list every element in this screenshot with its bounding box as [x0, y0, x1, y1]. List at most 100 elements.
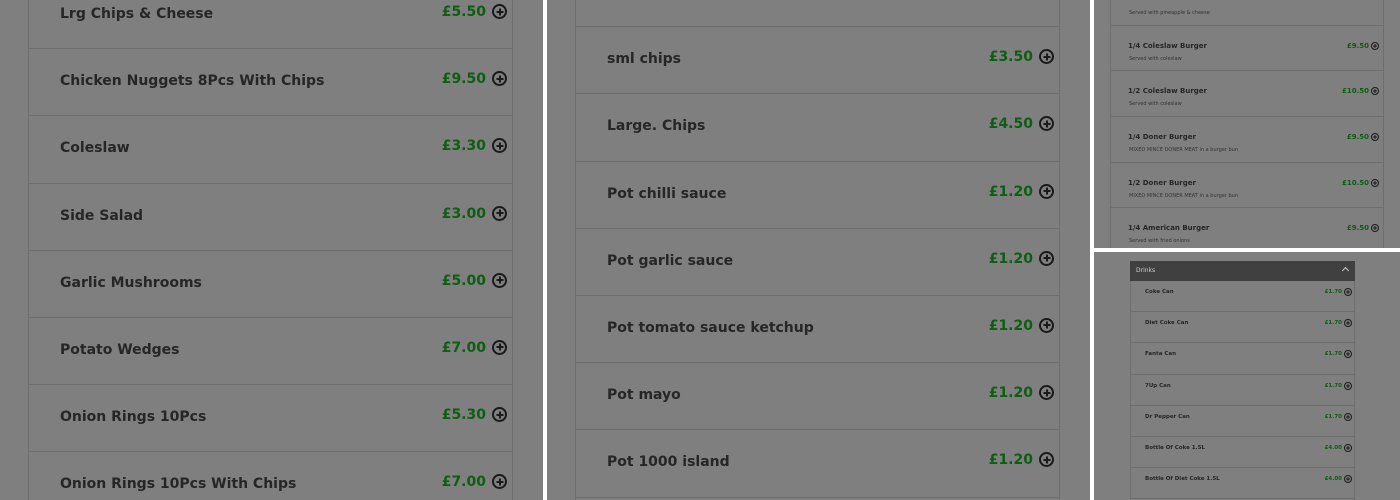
- menu-item[interactable]: Served with pineapple & cheese: [1111, 0, 1383, 26]
- menu-item[interactable]: Pot chilli sauce £1.20: [576, 162, 1059, 229]
- item-price: £4.50: [988, 116, 1033, 133]
- item-price: £3.00: [441, 205, 486, 222]
- plus-circle-icon[interactable]: [1344, 475, 1352, 484]
- menu-item[interactable]: Dr Pepper Can £1.70: [1131, 406, 1354, 437]
- item-price: £9.50: [1346, 133, 1369, 142]
- item-name: Lrg Chips & Cheese: [60, 6, 214, 22]
- menu-item[interactable]: Onion Rings 10Pcs With Chips £7.00: [29, 452, 512, 500]
- category-header-drinks[interactable]: Drinks: [1130, 261, 1355, 281]
- menu-item[interactable]: Large. Chips £4.50: [576, 94, 1059, 162]
- menu-item[interactable]: Potato Wedges £7.00: [29, 318, 512, 386]
- item-price: £9.50: [1346, 224, 1369, 233]
- plus-circle-icon[interactable]: [1344, 412, 1352, 421]
- plus-circle-icon[interactable]: [1371, 133, 1379, 142]
- menu-item[interactable]: Bottle Of Diet Coke 1.5L £4.00: [1131, 468, 1354, 500]
- item-price: £4.00: [1324, 444, 1342, 451]
- menu-item[interactable]: Side Salad £3.00: [29, 184, 512, 251]
- item-price: £7.00: [441, 339, 486, 356]
- plus-circle-icon[interactable]: [492, 205, 507, 221]
- item-name: Fanta Can: [1145, 351, 1176, 358]
- menu-item[interactable]: Diet Coke Can £1.70: [1131, 312, 1354, 344]
- plus-circle-icon[interactable]: [492, 407, 507, 423]
- menu-item[interactable]: Garlic Mushrooms £5.00: [29, 251, 512, 318]
- plus-circle-icon[interactable]: [1344, 443, 1352, 452]
- menu-item[interactable]: 1/4 Doner Burger MIXED MINCE DONER MEAT i…: [1111, 117, 1383, 163]
- menu-item[interactable]: Coleslaw £3.30: [29, 116, 512, 184]
- item-price: £9.50: [441, 71, 486, 88]
- item-price: £1.70: [1324, 289, 1342, 295]
- item-name: Large. Chips: [607, 118, 706, 135]
- item-name: 1/4 Doner Burger: [1128, 133, 1196, 142]
- item-name: Potato Wedges: [60, 341, 180, 358]
- plus-circle-icon[interactable]: [492, 138, 507, 154]
- plus-circle-icon[interactable]: [1039, 116, 1054, 132]
- item-price: £1.70: [1324, 382, 1342, 389]
- menu-list: Served with pineapple & cheese 1/4 Coles…: [1110, 0, 1384, 248]
- item-price: £7.00: [441, 474, 486, 491]
- menu-item[interactable]: 1/2 Doner Burger MIXED MINCE DONER MEAT i…: [1111, 163, 1383, 209]
- item-name: Pot 1000 island: [607, 454, 730, 471]
- plus-circle-icon[interactable]: [492, 272, 507, 288]
- item-name: Side Salad: [60, 207, 144, 224]
- menu-item[interactable]: Chicken Nuggets 8Pcs With Chips £9.50: [29, 49, 512, 117]
- plus-circle-icon[interactable]: [1371, 41, 1379, 50]
- plus-circle-icon[interactable]: [492, 474, 507, 490]
- plus-circle-icon[interactable]: [1039, 385, 1054, 401]
- chevron-up-icon[interactable]: [1341, 266, 1350, 275]
- item-price: £4.00: [1324, 476, 1342, 483]
- menu-item[interactable]: Fanta Can £1.70: [1131, 343, 1354, 375]
- item-name: Bottle Of Diet Coke 1.5L: [1145, 476, 1220, 483]
- plus-circle-icon[interactable]: [492, 4, 507, 19]
- plus-circle-icon[interactable]: [1039, 250, 1054, 266]
- plus-circle-icon[interactable]: [1371, 178, 1379, 187]
- menu-item[interactable]: Coke Can £1.70: [1131, 281, 1354, 313]
- item-description: Served with fried onions: [1129, 238, 1190, 245]
- item-description: MIXED MINCE DONER MEAT in a burger bun: [1129, 192, 1238, 199]
- menu-item[interactable]: Pot garlic sauce £1.20: [576, 229, 1059, 296]
- item-price: £10.50: [1341, 178, 1369, 187]
- item-name: 1/4 Coleslaw Burger: [1128, 41, 1208, 50]
- menu-item[interactable]: Pot mayo £1.20: [576, 363, 1059, 431]
- item-name: 1/4 American Burger: [1128, 224, 1210, 233]
- plus-circle-icon[interactable]: [1344, 350, 1352, 359]
- item-name: Coke Can: [1145, 289, 1174, 295]
- plus-circle-icon[interactable]: [492, 339, 507, 355]
- plus-circle-icon[interactable]: [1371, 224, 1379, 233]
- menu-item[interactable]: 7Up Can £1.70: [1131, 375, 1354, 406]
- menu-item[interactable]: sml chips £3.50: [576, 27, 1059, 95]
- plus-circle-icon[interactable]: [1039, 317, 1054, 333]
- item-name: Garlic Mushrooms: [60, 274, 202, 291]
- item-name: 7Up Can: [1145, 382, 1171, 389]
- menu-item[interactable]: [576, 0, 1059, 28]
- plus-circle-icon[interactable]: [1039, 183, 1054, 199]
- plus-circle-icon[interactable]: [1344, 288, 1352, 296]
- item-name: Dr Pepper Can: [1145, 413, 1190, 420]
- plus-circle-icon[interactable]: [1344, 319, 1352, 328]
- menu-item[interactable]: Lrg Chips & Cheese £5.50: [29, 0, 512, 50]
- menu-panel-burgers: Served with pineapple & cheese 1/4 Coles…: [1094, 0, 1400, 248]
- menu-item[interactable]: 1/4 Coleslaw Burger Served with coleslaw £…: [1111, 26, 1383, 72]
- plus-circle-icon[interactable]: [1344, 381, 1352, 390]
- item-name: Pot tomato sauce ketchup: [607, 319, 814, 336]
- menu-item[interactable]: Onion Rings 10Pcs £5.30: [29, 385, 512, 453]
- item-description: Served with coleslaw: [1129, 55, 1182, 62]
- item-name: Coleslaw: [60, 140, 130, 157]
- menu-item[interactable]: 1/2 Coleslaw Burger Served with coleslaw £…: [1111, 71, 1383, 118]
- item-name: 1/2 Coleslaw Burger: [1128, 87, 1208, 96]
- item-name: Pot chilli sauce: [607, 185, 727, 202]
- menu-item[interactable]: Pot 1000 island £1.20: [576, 430, 1059, 498]
- menu-item[interactable]: Bottle Of Coke 1.5L £4.00: [1131, 437, 1354, 469]
- menu-list: sml chips £3.50 Large. Chips £4.50 Pot chi…: [575, 0, 1060, 500]
- item-price: £1.20: [988, 317, 1033, 334]
- menu-item[interactable]: 1/4 American Burger Served with fried oni…: [1111, 208, 1383, 248]
- plus-circle-icon[interactable]: [1039, 452, 1054, 468]
- plus-circle-icon[interactable]: [492, 71, 507, 87]
- menu-item[interactable]: Pot tomato sauce ketchup £1.20: [576, 296, 1059, 364]
- item-price: £5.00: [441, 272, 486, 289]
- item-price: £1.20: [988, 452, 1033, 469]
- item-name: Pot mayo: [607, 387, 681, 404]
- plus-circle-icon[interactable]: [1371, 87, 1379, 96]
- item-name: Diet Coke Can: [1145, 320, 1189, 327]
- plus-circle-icon[interactable]: [1039, 49, 1054, 65]
- item-name: Bottle Of Coke 1.5L: [1145, 444, 1205, 451]
